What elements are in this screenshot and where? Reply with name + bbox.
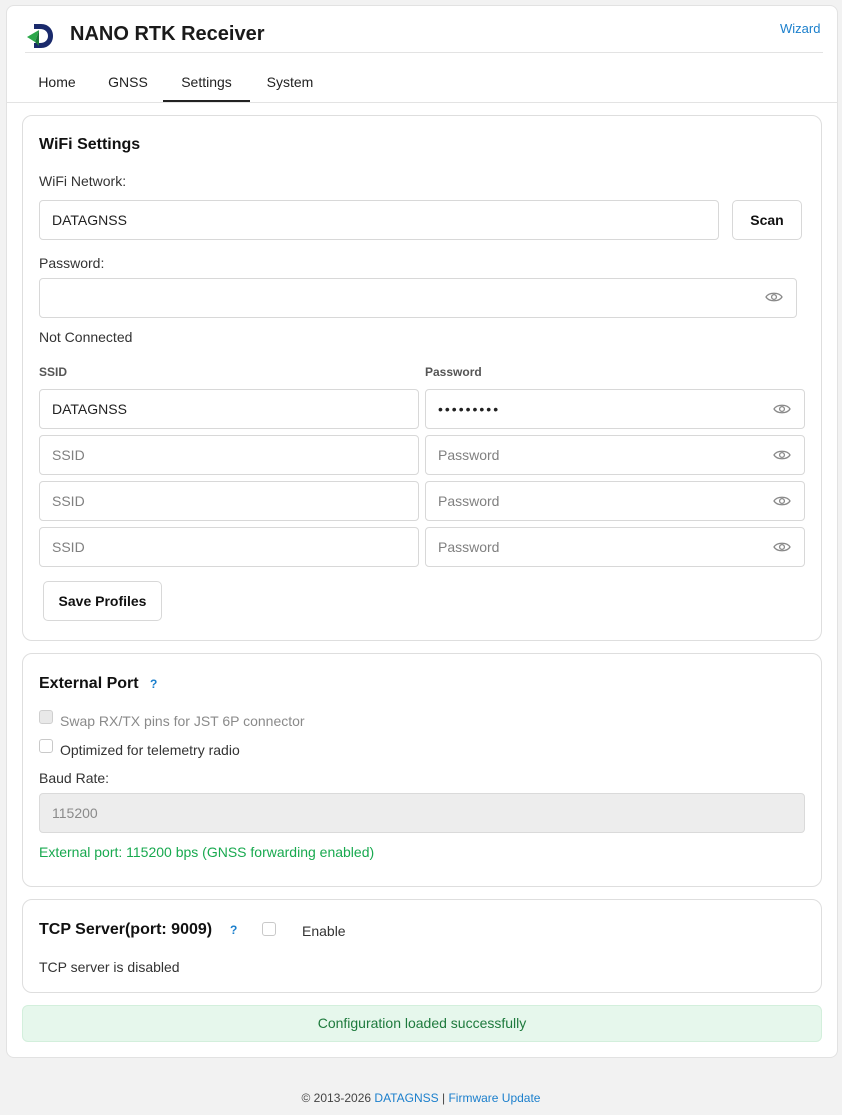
ssid-column-header: SSID (39, 365, 68, 379)
profile-ssid-input[interactable] (39, 527, 419, 567)
password-label: Password: (39, 255, 105, 271)
password-input[interactable] (39, 278, 797, 318)
wifi-network-input[interactable] (39, 200, 719, 240)
external-port-section: External Port ? Swap RX/TX pins for JST … (22, 653, 822, 887)
footer-copyright: © 2013-2026 (301, 1091, 372, 1105)
wifi-settings-section: WiFi Settings WiFi Network: Scan Passwor… (22, 115, 822, 641)
wifi-network-label: WiFi Network: (39, 173, 127, 189)
profile-ssid-input[interactable] (39, 481, 419, 521)
scan-button[interactable]: Scan (732, 200, 802, 240)
external-port-help-icon[interactable]: ? (150, 677, 157, 691)
tab-home[interactable]: Home (28, 64, 86, 102)
tab-system[interactable]: System (256, 64, 324, 102)
tcp-server-section: TCP Server(port: 9009) ? Enable TCP serv… (22, 899, 822, 993)
eye-icon[interactable] (773, 541, 791, 553)
profile-password-input[interactable] (425, 435, 805, 475)
wifi-connection-status: Not Connected (39, 329, 133, 345)
wizard-link[interactable]: Wizard (780, 21, 820, 36)
save-profiles-button[interactable]: Save Profiles (43, 581, 162, 621)
swap-pins-checkbox[interactable] (39, 710, 53, 724)
external-port-status: External port: 115200 bps (GNSS forwardi… (39, 844, 375, 860)
status-toast: Configuration loaded successfully (22, 1005, 822, 1042)
telemetry-checkbox[interactable] (39, 739, 53, 753)
profile-password-input[interactable] (425, 481, 805, 521)
swap-pins-label: Swap RX/TX pins for JST 6P connector (60, 713, 305, 729)
profile-ssid-input[interactable] (39, 389, 419, 429)
datagnss-logo-icon (27, 24, 53, 48)
tcp-enable-label: Enable (302, 923, 346, 939)
tab-gnss[interactable]: GNSS (97, 64, 159, 102)
baud-rate-label: Baud Rate: (39, 770, 110, 786)
tcp-server-title: TCP Server(port: 9009) (39, 921, 213, 938)
tab-settings[interactable]: Settings (163, 64, 250, 102)
profile-password-input[interactable] (425, 389, 805, 429)
tab-bar: Home GNSS Settings System (6, 64, 838, 103)
eye-icon[interactable] (773, 403, 791, 415)
profile-password-input[interactable] (425, 527, 805, 567)
wifi-settings-title: WiFi Settings (39, 136, 141, 153)
footer: © 2013-2026 DATAGNSS | Firmware Update (0, 1091, 842, 1105)
tcp-server-status: TCP server is disabled (39, 959, 180, 975)
tcp-enable-checkbox[interactable] (262, 922, 276, 936)
baud-rate-input (39, 793, 805, 833)
header-divider (25, 52, 823, 53)
password-column-header: Password (425, 365, 482, 379)
eye-icon[interactable] (773, 449, 791, 461)
app-title: NANO RTK Receiver (70, 23, 265, 45)
profile-ssid-input[interactable] (39, 435, 419, 475)
external-port-title: External Port (39, 675, 139, 692)
telemetry-label: Optimized for telemetry radio (60, 742, 240, 758)
firmware-update-link[interactable]: Firmware Update (448, 1091, 540, 1105)
tcp-server-help-icon[interactable]: ? (230, 923, 237, 937)
footer-company-link[interactable]: DATAGNSS (374, 1091, 438, 1105)
eye-icon[interactable] (773, 495, 791, 507)
eye-icon[interactable] (765, 291, 783, 303)
footer-separator: | (441, 1091, 446, 1105)
